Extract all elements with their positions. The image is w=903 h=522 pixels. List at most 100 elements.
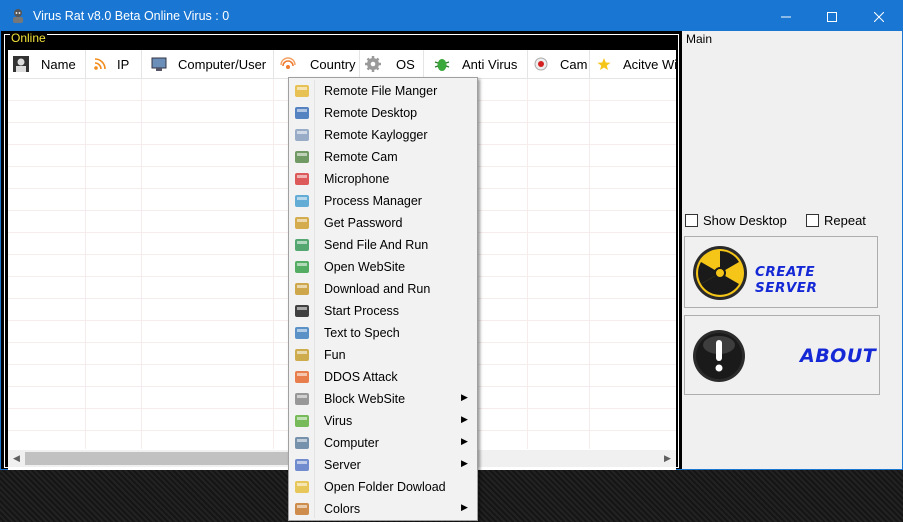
submenu-arrow-icon: ▶: [461, 414, 468, 424]
about-button[interactable]: ABOUT: [684, 315, 880, 395]
puzzle-icon: [295, 415, 309, 427]
menu-item-fun[interactable]: Fun: [291, 344, 475, 366]
create-server-label: CREATE SERVER: [755, 264, 818, 296]
exclamation-icon: [693, 330, 745, 382]
eye-icon: [295, 393, 309, 405]
scroll-right-arrow-icon[interactable]: ▶: [659, 450, 676, 467]
create-server-button[interactable]: CREATE SERVER: [684, 236, 878, 308]
palette-icon: [295, 503, 309, 515]
folder-icon: [295, 85, 309, 97]
context-menu: Remote File Manger Remote Desktop Remote K…: [288, 77, 478, 521]
send-icon: [295, 239, 309, 251]
column-divider: [273, 79, 274, 449]
menu-item-computer[interactable]: Computer ▶: [291, 432, 475, 454]
record-icon: [534, 57, 548, 71]
menu-item-open-website[interactable]: Open WebSite: [291, 256, 475, 278]
menu-item-label: Virus: [324, 414, 353, 428]
close-icon: [873, 11, 885, 23]
speech-icon: [295, 327, 309, 339]
title-bar[interactable]: Virus Rat v8.0 Beta Online Virus : 0: [1, 1, 902, 31]
menu-item-download-and-run[interactable]: Download and Run: [291, 278, 475, 300]
menu-item-microphone[interactable]: Microphone: [291, 168, 475, 190]
menu-item-label: Colors: [324, 502, 361, 516]
submenu-arrow-icon: ▶: [461, 458, 468, 468]
column-os[interactable]: OS: [360, 50, 424, 78]
menu-item-server[interactable]: Server ▶: [291, 454, 475, 476]
star-icon: [597, 58, 611, 70]
column-name[interactable]: Name: [8, 50, 86, 78]
minimize-button[interactable]: [763, 1, 809, 31]
menu-item-label: Server: [324, 458, 361, 472]
submenu-arrow-icon: ▶: [461, 392, 468, 402]
menu-item-label: Computer: [324, 436, 379, 450]
computer-icon: [295, 437, 309, 449]
menu-item-ddos-attack[interactable]: DDOS Attack: [291, 366, 475, 388]
submenu-arrow-icon: ▶: [461, 502, 468, 512]
repeat-label[interactable]: Repeat: [824, 213, 866, 228]
menu-item-label: Start Process: [324, 304, 400, 318]
menu-item-label: Remote Kaylogger: [324, 128, 428, 142]
webcam-icon: [295, 151, 309, 163]
column-cam[interactable]: Cam: [528, 50, 590, 78]
column-country[interactable]: Country: [274, 50, 360, 78]
download-icon: [295, 283, 309, 295]
menu-item-remote-kaylogger[interactable]: Remote Kaylogger: [291, 124, 475, 146]
column-anti-virus[interactable]: Anti Virus: [424, 50, 528, 78]
menu-item-colors[interactable]: Colors ▶: [291, 498, 475, 520]
close-button[interactable]: [856, 1, 902, 31]
app-icon: [13, 9, 23, 23]
repeat-checkbox[interactable]: [806, 214, 819, 227]
menu-item-label: Remote Cam: [324, 150, 398, 164]
menu-item-remote-desktop[interactable]: Remote Desktop: [291, 102, 475, 124]
listview-header: Name IP Computer/User Country OS Anti Vi…: [8, 50, 676, 79]
server-icon: [295, 459, 309, 471]
main-label: Main: [686, 32, 713, 46]
column-divider: [589, 79, 590, 449]
password-icon: [295, 217, 309, 229]
bug-icon: [434, 59, 450, 71]
gear-icon: [365, 56, 381, 72]
menu-item-label: Open Folder Dowload: [324, 480, 446, 494]
signal-icon: [280, 57, 296, 69]
menu-item-label: Remote Desktop: [324, 106, 418, 120]
globe-icon: [295, 261, 309, 273]
menu-item-label: Fun: [324, 348, 346, 362]
column-ip[interactable]: IP: [86, 50, 142, 78]
menu-item-get-password[interactable]: Get Password: [291, 212, 475, 234]
terminal-icon: [295, 305, 309, 317]
submenu-arrow-icon: ▶: [461, 436, 468, 446]
menu-item-label: Download and Run: [324, 282, 431, 296]
wand-icon: [295, 349, 309, 361]
desktop-icon: [295, 107, 309, 119]
menu-item-virus[interactable]: Virus ▶: [291, 410, 475, 432]
attack-icon: [295, 371, 309, 383]
radiation-icon: [693, 246, 747, 300]
menu-item-label: DDOS Attack: [324, 370, 398, 384]
menu-item-open-folder-dowload[interactable]: Open Folder Dowload: [291, 476, 475, 498]
show-desktop-label[interactable]: Show Desktop: [703, 213, 787, 228]
user-icon: [13, 56, 29, 72]
column-divider: [141, 79, 142, 449]
menu-item-label: Text to Spech: [324, 326, 400, 340]
menu-item-label: Open WebSite: [324, 260, 406, 274]
about-label: ABOUT: [800, 345, 877, 367]
column-active-window[interactable]: Acitve Wi: [590, 50, 676, 78]
menu-item-start-process[interactable]: Start Process: [291, 300, 475, 322]
show-desktop-checkbox[interactable]: [685, 214, 698, 227]
column-computer-user[interactable]: Computer/User: [142, 50, 274, 78]
menu-item-label: Process Manager: [324, 194, 422, 208]
menu-item-process-manager[interactable]: Process Manager: [291, 190, 475, 212]
menu-item-block-website[interactable]: Block WebSite ▶: [291, 388, 475, 410]
menu-item-remote-file-manger[interactable]: Remote File Manger: [291, 80, 475, 102]
minimize-icon: [781, 16, 791, 18]
menu-item-remote-cam[interactable]: Remote Cam: [291, 146, 475, 168]
scroll-left-arrow-icon[interactable]: ◀: [8, 450, 25, 467]
open-folder-icon: [295, 481, 309, 493]
menu-item-label: Send File And Run: [324, 238, 429, 252]
column-divider: [85, 79, 86, 449]
monitor-icon: [151, 57, 167, 71]
menu-item-text-to-spech[interactable]: Text to Spech: [291, 322, 475, 344]
scrollbar-thumb[interactable]: [25, 452, 315, 465]
maximize-button[interactable]: [809, 1, 855, 31]
menu-item-send-file-and-run[interactable]: Send File And Run: [291, 234, 475, 256]
